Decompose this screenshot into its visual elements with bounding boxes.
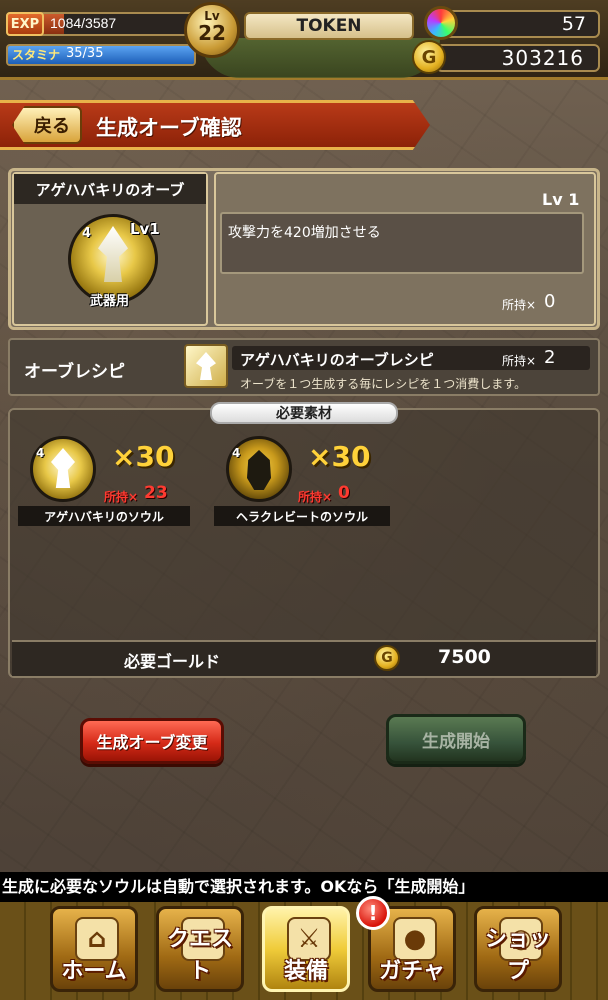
orb-owned-label: 所持× [502, 298, 537, 312]
recipe-scroll-icon [184, 344, 228, 388]
orb-name: アゲハバキリのオーブ [14, 174, 206, 204]
gem-icon [424, 6, 458, 40]
recipe-owned-value: 2 [544, 347, 556, 368]
nav-home-label: ホーム [61, 959, 127, 984]
page-title: 生成オーブ確認 [96, 116, 242, 140]
gacha-alert-badge: ! [356, 896, 390, 930]
recipe-name: アゲハバキリのオーブレシピ [240, 351, 434, 369]
material-name: アゲハバキリのソウル [18, 506, 190, 526]
stamina-label: スタミナ [12, 48, 61, 62]
material-required-qty: ×30 [112, 440, 175, 473]
orb-owned-value: 0 [544, 291, 556, 312]
back-button[interactable]: 戻る [12, 106, 82, 144]
gold-coin-icon: G [412, 40, 446, 74]
exp-tag: EXP [6, 12, 44, 36]
required-gold-label: 必要ゴールド [124, 652, 221, 671]
level-value: 22 [198, 21, 226, 45]
nav-gacha-label: ガチャ [379, 959, 445, 984]
start-generation-button[interactable]: 生成開始 [386, 714, 526, 764]
orb-level: Lv1 [130, 220, 160, 238]
effect-text: 攻撃力を420増加させる [228, 225, 381, 241]
nav-quest-label: クエスト [166, 927, 233, 984]
material-rarity: 4 [36, 446, 45, 460]
orb-rarity: 4 [82, 226, 92, 241]
nav-shop-label: ショップ [484, 927, 551, 984]
material-owned-label: 所持× [104, 490, 139, 504]
material-owned-value: 0 [338, 483, 350, 503]
materials-tab: 必要素材 [210, 402, 398, 424]
material-owned-label: 所持× [298, 490, 333, 504]
change-orb-button[interactable]: 生成オーブ変更 [80, 718, 224, 764]
recipe-description: オーブを１つ生成する毎にレシピを１つ消費します。 [240, 377, 527, 391]
nav-home-button[interactable]: ⌂ ホーム [50, 906, 138, 992]
material-rarity: 4 [232, 446, 241, 460]
recipe-owned-label: 所持× [502, 354, 537, 368]
orb-detail-level: Lv 1 [542, 190, 580, 209]
recipe-label: オーブレシピ [24, 362, 125, 382]
materials-panel [8, 408, 600, 678]
nav-equipment-label: 装備 [283, 959, 328, 984]
exp-text: 1084/3587 [50, 15, 117, 31]
info-ticker: 生成に必要なソウルは自動で選択されます。OKなら「生成開始」 [0, 872, 608, 902]
orb-type: 武器用 [90, 294, 130, 309]
level-badge: Lv 22 [184, 2, 240, 58]
material-required-qty: ×30 [308, 440, 371, 473]
nav-shop-button[interactable]: ◉ ショップ [474, 906, 562, 992]
required-gold-value: 7500 [438, 646, 491, 668]
stamina-text: 35/35 [66, 46, 104, 61]
material-name: ヘラクレビートのソウル [214, 506, 390, 526]
gold-count: 303216 [436, 44, 600, 72]
gold-coin-icon: G [374, 645, 400, 671]
gem-count[interactable]: 57 [436, 10, 600, 38]
material-owned-value: 23 [144, 483, 168, 503]
nav-quest-button[interactable]: ≡ クエスト [156, 906, 244, 992]
required-gold-row [12, 640, 596, 676]
nav-equipment-button[interactable]: ⚔ 装備 [262, 906, 350, 992]
token-label[interactable]: TOKEN [244, 12, 414, 40]
